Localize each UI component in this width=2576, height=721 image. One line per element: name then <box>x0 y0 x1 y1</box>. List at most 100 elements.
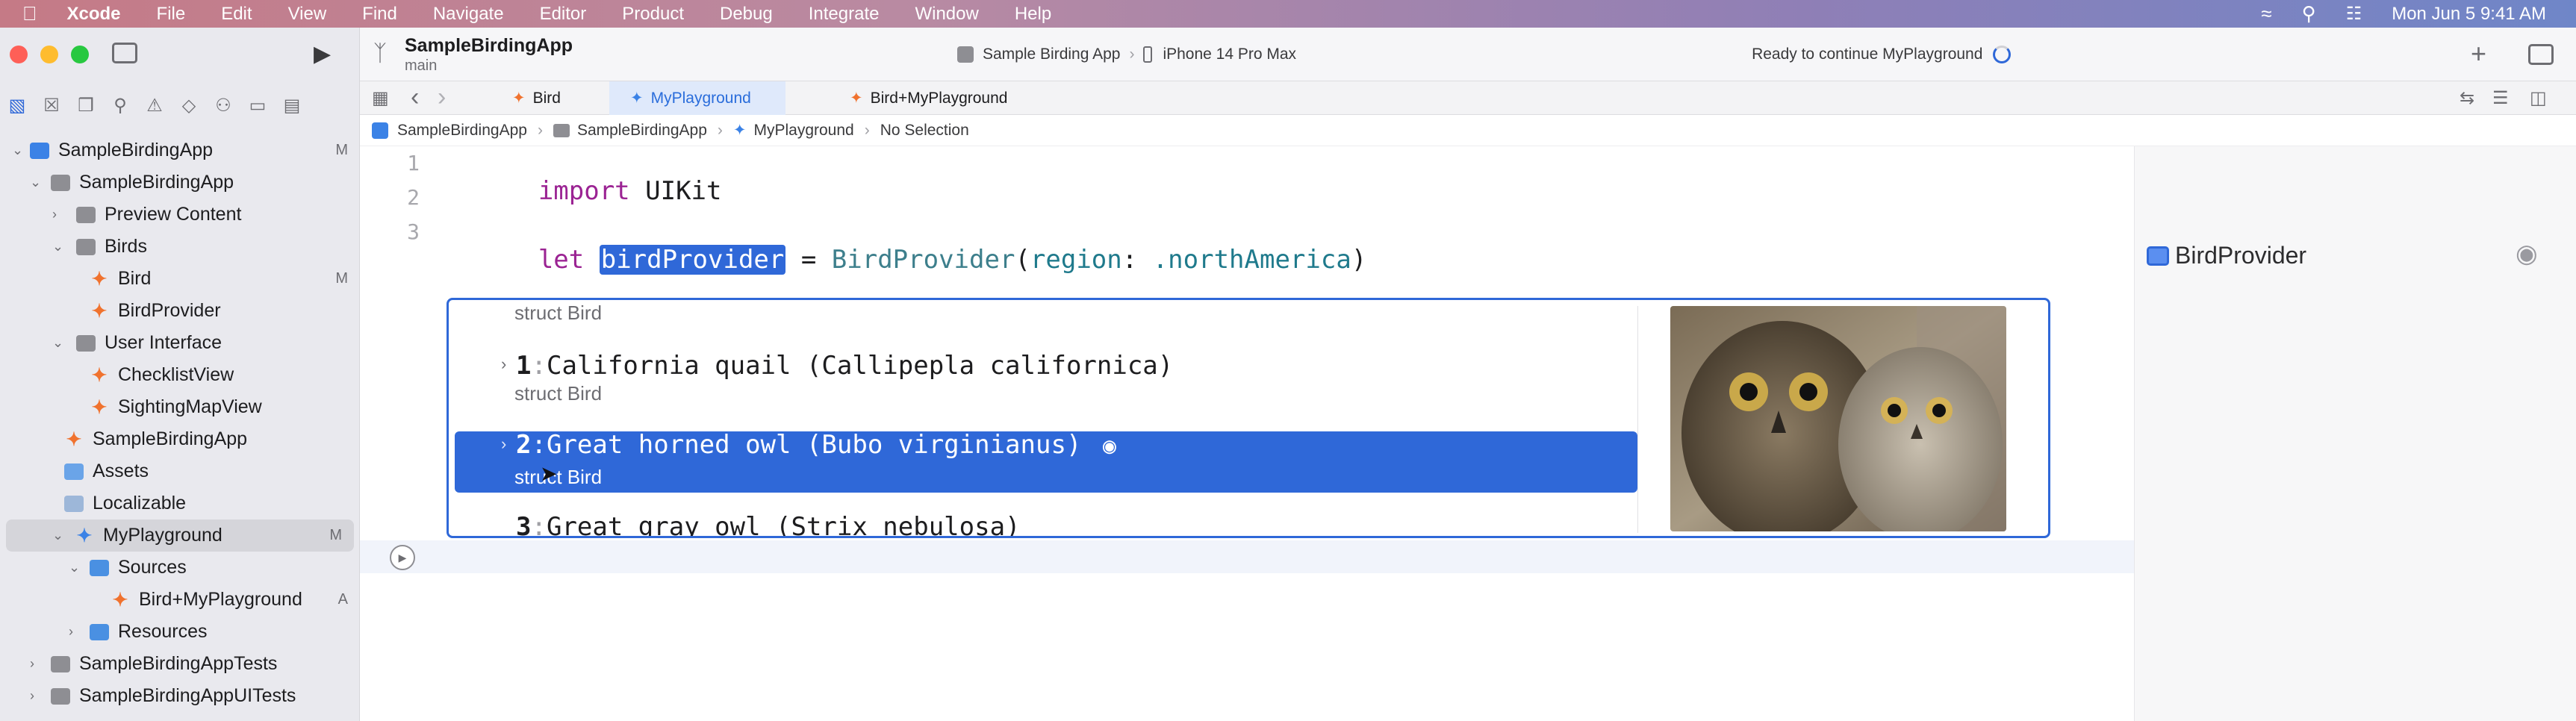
tree-row-file[interactable]: ✦ SampleBirdingApp <box>0 423 360 455</box>
menu-file[interactable]: File <box>157 4 186 25</box>
breadcrumb-item-project[interactable]: SampleBirdingApp <box>397 122 527 140</box>
menu-navigate[interactable]: Navigate <box>433 4 504 25</box>
tree-row-file[interactable]: ✦ SightingMapView <box>0 391 360 423</box>
zoom-window-button[interactable] <box>71 46 89 63</box>
disclosure-icon[interactable]: › <box>501 434 506 454</box>
menu-edit[interactable]: Edit <box>221 4 252 25</box>
chevron-down-icon[interactable]: ⌄ <box>52 239 63 255</box>
forward-icon[interactable]: › <box>438 83 446 112</box>
issue-nav-icon[interactable]: ⚠ <box>137 95 172 116</box>
menu-view[interactable]: View <box>288 4 327 25</box>
eye-icon[interactable]: ◉ <box>2516 239 2538 269</box>
destination-selector[interactable]: iPhone 14 Pro Max <box>1163 46 1296 63</box>
run-button[interactable]: ▶ <box>314 41 331 67</box>
scm-badge: M <box>335 142 348 158</box>
chevron-down-icon[interactable]: ⌄ <box>69 560 80 575</box>
tree-row-file[interactable]: ✦ Bird M <box>0 263 360 295</box>
close-window-button[interactable] <box>10 46 28 63</box>
menu-clock[interactable]: Mon Jun 5 9:41 AM <box>2392 4 2546 25</box>
menu-integrate[interactable]: Integrate <box>809 4 880 25</box>
chevron-right-icon[interactable]: › <box>30 656 34 672</box>
source-control-nav-icon[interactable]: ☒ <box>34 95 69 116</box>
chevron-down-icon[interactable]: ⌄ <box>12 143 23 158</box>
inspector-toggle-icon[interactable] <box>2528 44 2554 65</box>
xcode-project-icon <box>30 142 49 159</box>
chevron-down-icon[interactable]: ⌄ <box>52 335 63 351</box>
tree-row-label: SampleBirdingAppTests <box>79 653 278 674</box>
chevron-right-icon[interactable]: › <box>52 207 57 222</box>
tree-row-folder[interactable]: ⌄ User Interface <box>0 327 360 359</box>
chevron-right-icon[interactable]: › <box>30 688 34 704</box>
tree-row-folder[interactable]: ⌄ Sources <box>0 552 360 584</box>
bird-photo <box>1670 306 2006 531</box>
breakpoint-nav-icon[interactable]: ▭ <box>240 95 275 116</box>
tree-row-label: Bird <box>118 268 152 289</box>
item-index: 2 <box>516 430 532 460</box>
tree-row-file[interactable]: ✦ Bird+MyPlayground A <box>0 584 360 616</box>
menu-product[interactable]: Product <box>622 4 684 25</box>
tree-row-file[interactable]: Localizable <box>0 487 360 519</box>
source-editor[interactable]: 1 import UIKit 2 3 let birdProvider = Bi… <box>360 146 2134 721</box>
disclosure-icon[interactable]: › <box>501 355 506 374</box>
report-nav-icon[interactable]: ▤ <box>275 95 309 116</box>
breadcrumb-item-group[interactable]: SampleBirdingApp <box>577 122 707 140</box>
live-result-popover[interactable]: struct Bird › 1:California quail (Callip… <box>447 298 2050 538</box>
result-row[interactable]: BirdProvider <box>2147 242 2306 269</box>
split-editor-icon[interactable]: ◫ <box>2530 87 2547 109</box>
minimize-window-button[interactable] <box>40 46 58 63</box>
swift-file-icon: ✦ <box>91 396 108 418</box>
tab-bird[interactable]: ✦ Bird <box>497 81 617 115</box>
run-playground-button[interactable]: ▶ <box>390 545 415 570</box>
tree-row-file[interactable]: Assets <box>0 455 360 487</box>
wifi-icon[interactable]: ≈ <box>2261 2 2271 25</box>
tree-row-folder[interactable]: › Preview Content <box>0 199 360 231</box>
chevron-down-icon[interactable]: ⌄ <box>30 175 41 190</box>
tree-row-folder[interactable]: › SampleBirdingAppTests <box>0 648 360 680</box>
debug-nav-icon[interactable]: ⚇ <box>206 95 240 116</box>
grid-icon[interactable]: ▦ <box>372 87 389 109</box>
find-nav-icon[interactable]: ⚲ <box>103 95 137 116</box>
breadcrumb-item-symbol[interactable]: No Selection <box>880 122 969 140</box>
tree-row-group[interactable]: ⌄ SampleBirdingApp <box>0 166 360 199</box>
tree-row-folder[interactable]: › SampleBirdingAppUITests <box>0 680 360 712</box>
playground-run-row <box>360 540 2134 573</box>
file-tree: ⌄ SampleBirdingApp M ⌄ SampleBirdingApp … <box>0 134 360 712</box>
search-icon[interactable]: ⚲ <box>2302 2 2316 25</box>
test-nav-icon[interactable]: ◇ <box>172 95 206 116</box>
bookmark-nav-icon[interactable]: ❒ <box>69 95 103 116</box>
folder-nav-icon[interactable]: ▧ <box>0 95 34 116</box>
menu-app-xcode[interactable]: Xcode <box>67 4 121 25</box>
tree-row-project[interactable]: ⌄ SampleBirdingApp M <box>0 134 360 166</box>
scheme-selector[interactable]: Sample Birding App <box>983 46 1120 63</box>
eye-icon[interactable]: ◉ <box>1103 433 1116 459</box>
menu-window[interactable]: Window <box>915 4 978 25</box>
add-icon[interactable]: + <box>2471 38 2486 69</box>
project-title[interactable]: SampleBirdingApp <box>405 35 573 57</box>
menu-help[interactable]: Help <box>1015 4 1051 25</box>
breadcrumb-item-file[interactable]: MyPlayground <box>753 122 853 140</box>
tree-row-folder[interactable]: ⌄ Birds <box>0 231 360 263</box>
related-items-icon[interactable]: ⇆ <box>2460 87 2474 109</box>
chevron-down-icon[interactable]: ⌄ <box>52 528 63 543</box>
sidebar-toggle-icon[interactable] <box>112 43 137 63</box>
tree-row-playground[interactable]: ⌄ ✦ MyPlayground M <box>6 519 354 552</box>
result-item-3[interactable]: 3:Great gray owl (Strix nebulosa) <box>516 512 1021 536</box>
code-line-3[interactable]: let birdProvider = BirdProvider(region: … <box>447 215 1366 305</box>
tree-row-folder[interactable]: › Resources <box>0 616 360 648</box>
menu-find[interactable]: Find <box>362 4 397 25</box>
result-item-1[interactable]: 1:California quail (Callipepla californi… <box>516 351 1173 381</box>
menu-debug[interactable]: Debug <box>720 4 773 25</box>
chevron-right-icon[interactable]: › <box>69 624 73 640</box>
tab-myplayground[interactable]: ✦ MyPlayground <box>609 81 785 115</box>
tree-row-file[interactable]: ✦ BirdProvider <box>0 295 360 327</box>
back-icon[interactable]: ‹ <box>411 83 419 112</box>
result-item-2-selected[interactable]: › 2:Great horned owl (Bubo virginianus) … <box>455 430 1637 493</box>
branch-name[interactable]: main <box>405 57 437 75</box>
menu-editor[interactable]: Editor <box>540 4 587 25</box>
tree-row-file[interactable]: ✦ ChecklistView <box>0 359 360 391</box>
apple-icon[interactable]:  <box>22 2 37 25</box>
selected-identifier[interactable]: birdProvider <box>599 245 786 275</box>
editor-options-icon[interactable]: ☰ <box>2492 87 2509 109</box>
control-center-icon[interactable]: ☷ <box>2346 3 2362 25</box>
tab-bird-myplayground[interactable]: ✦ Bird+MyPlayground <box>785 81 1009 115</box>
